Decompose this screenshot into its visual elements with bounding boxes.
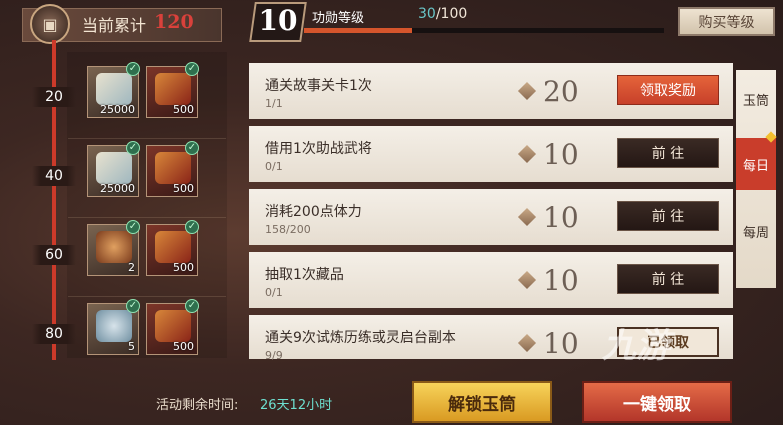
claimed-check-icon: ✓ (185, 62, 199, 76)
side-tab[interactable]: 每日 (736, 138, 776, 190)
reward-quantity: 500 (173, 103, 194, 116)
claimed-check-icon: ✓ (126, 220, 140, 234)
milestone-divider (68, 296, 226, 297)
red-book-icon (155, 310, 191, 342)
reward-quantity: 500 (173, 340, 194, 353)
task-action-button[interactable]: 前 往 (617, 264, 719, 294)
task-progress: 0/1 (265, 286, 283, 299)
task-progress: 9/9 (265, 349, 283, 362)
level-number: 10 (258, 4, 298, 37)
milestone-divider (68, 138, 226, 139)
scroll-icon (96, 73, 132, 105)
milestone-divider (68, 217, 226, 218)
scroll-icon (96, 152, 132, 184)
task-action-button[interactable]: 前 往 (617, 138, 719, 168)
crate-icon: ▣ (30, 4, 70, 44)
task-points: 20 (543, 75, 579, 108)
task-progress: 0/1 (265, 160, 283, 173)
merit-crate-icon (517, 207, 537, 227)
task-points: 10 (543, 138, 579, 171)
claim-all-button[interactable]: 一键领取 (582, 381, 732, 423)
watermark-logo: 九游 (602, 326, 670, 366)
side-tab[interactable]: 玉筒 (736, 73, 776, 125)
red-book-icon (155, 73, 191, 105)
merit-crate-icon (517, 144, 537, 164)
level-progress-text: 30/100 (418, 6, 467, 22)
merit-crate-icon (517, 81, 537, 101)
claimed-check-icon: ✓ (126, 299, 140, 313)
task-card: 借用1次助战武将 0/1 10 前 往 (249, 126, 733, 182)
task-card: 通关故事关卡1次 1/1 20 领取奖励 (249, 63, 733, 119)
level-label: 功勋等级 (312, 11, 365, 26)
level-progress-current: 30 (418, 6, 436, 22)
task-title: 通关故事关卡1次 (265, 78, 372, 94)
task-title: 消耗200点体力 (265, 204, 362, 220)
claimed-check-icon: ✓ (126, 62, 140, 76)
reward-quantity: 25000 (100, 103, 135, 116)
task-points: 10 (543, 327, 579, 360)
claimed-check-icon: ✓ (185, 220, 199, 234)
pouch-icon (96, 310, 132, 342)
red-book-icon (155, 152, 191, 184)
task-title: 通关9次试炼历练或灵启台副本 (265, 330, 456, 346)
task-progress: 1/1 (265, 97, 283, 110)
remaining-time-value: 26天12小时 (260, 398, 333, 413)
milestone-tick: 40 (32, 166, 76, 186)
merit-crate-icon (517, 270, 537, 290)
task-card: 抽取1次藏品 0/1 10 前 往 (249, 252, 733, 308)
reward-quantity: 500 (173, 261, 194, 274)
merit-crate-icon (517, 333, 537, 353)
level-progress-total: /100 (435, 6, 468, 22)
red-book-icon (155, 231, 191, 263)
unlock-button[interactable]: 解锁玉筒 (412, 381, 552, 423)
reward-quantity: 2 (128, 261, 135, 274)
side-tab[interactable]: 每周 (736, 205, 776, 257)
food-plate-icon (96, 231, 132, 263)
reward-quantity: 25000 (100, 182, 135, 195)
accumulated-value: 120 (154, 11, 194, 33)
reward-quantity: 500 (173, 182, 194, 195)
task-points: 10 (543, 264, 579, 297)
task-progress: 158/200 (265, 223, 311, 236)
task-title: 借用1次助战武将 (265, 141, 372, 157)
milestone-tick: 20 (32, 87, 76, 107)
reward-quantity: 5 (128, 340, 135, 353)
task-action-button[interactable]: 前 往 (617, 201, 719, 231)
claimed-check-icon: ✓ (185, 141, 199, 155)
task-points: 10 (543, 201, 579, 234)
task-card: 消耗200点体力 158/200 10 前 往 (249, 189, 733, 245)
claimed-check-icon: ✓ (185, 299, 199, 313)
accumulated-label: 当前累计 (82, 16, 147, 35)
claimed-check-icon: ✓ (126, 141, 140, 155)
milestone-tick: 60 (32, 245, 76, 265)
task-title: 抽取1次藏品 (265, 267, 344, 283)
task-action-button[interactable]: 领取奖励 (617, 75, 719, 105)
milestone-tick: 80 (32, 324, 76, 344)
buy-level-button[interactable]: 购买等级 (678, 7, 775, 36)
level-progress-fill (304, 28, 412, 33)
remaining-time-label: 活动剩余时间: (156, 398, 239, 413)
